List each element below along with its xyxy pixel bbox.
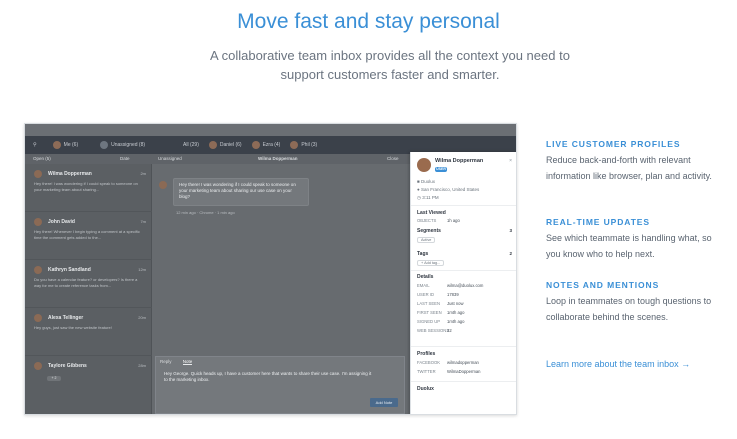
avatar xyxy=(34,362,42,370)
detail-row: WEB SESSIONS 32 xyxy=(417,328,452,333)
customer-message: Hey there! I was wondering if I could sp… xyxy=(173,178,309,206)
feature-heading-notes: NOTES AND MENTIONS xyxy=(546,280,660,290)
note-text[interactable]: Hey George. Quick heads up, I have a cus… xyxy=(164,371,374,383)
feature-heading-updates: REAL-TIME UPDATES xyxy=(546,217,650,227)
search-icon[interactable]: ⚲ xyxy=(33,142,37,148)
topbar-item-unassigned[interactable]: Unassigned (8) xyxy=(100,141,145,149)
list-item[interactable]: Alexa Tellinger 20m Hey guys, just saw t… xyxy=(25,308,152,356)
avatar xyxy=(208,141,217,149)
timestamp: 20m xyxy=(138,315,146,320)
close-button[interactable]: Close xyxy=(387,156,399,161)
list-item[interactable]: Kathryn Sandland 12m Do you have a calen… xyxy=(25,260,152,308)
contact-name: Taylore Gibbens xyxy=(48,363,87,369)
avatar xyxy=(34,266,42,274)
list-item[interactable]: Wilma Dopperman 2m Hey there! I was wond… xyxy=(25,164,152,212)
conversation-list: Wilma Dopperman 2m Hey there! I was wond… xyxy=(25,164,152,414)
segments-count: 3 xyxy=(509,228,512,233)
last-viewed-row: OBJECTS 1h ago xyxy=(417,218,460,223)
avatar xyxy=(34,314,42,322)
assignee-dropdown[interactable]: Unassigned xyxy=(158,156,182,161)
hero-title: Move fast and stay personal xyxy=(237,10,500,33)
sort-dropdown[interactable]: Date xyxy=(120,156,130,161)
profile-link-facebook[interactable]: FACEBOOK wilmadopperman xyxy=(417,360,479,365)
detail-row: LAST SEEN Just now xyxy=(417,301,464,306)
customer-profile-panel: Wilma Dopperman USER × ■ Duolux ● San Fr… xyxy=(410,152,516,414)
topbar-item-all[interactable]: All (29) xyxy=(183,142,199,148)
message-preview: Hey guys, just saw the new website featu… xyxy=(34,325,112,330)
detail-row: USER ID 17839 xyxy=(417,292,459,297)
feature-text-profiles: Reduce back-and-forth with relevant info… xyxy=(546,155,712,181)
timestamp: 2m xyxy=(140,171,146,176)
conversation-subject: Wilma Dopperman xyxy=(258,156,298,161)
segments-heading: Segments xyxy=(417,228,441,234)
conversation-thread: Hey there! I was wondering if I could sp… xyxy=(152,164,410,414)
tags-heading: Tags xyxy=(417,251,429,257)
message-preview: Hey there! Whenever I begin typing a com… xyxy=(34,229,140,240)
avatar xyxy=(34,170,42,178)
timestamp: 7m xyxy=(140,219,146,224)
feature-text-notes: Loop in teammates on tough questions to … xyxy=(546,296,712,322)
divider xyxy=(411,205,516,206)
feature-text-updates: See which teammate is handling what, so … xyxy=(546,233,712,259)
profile-name: Wilma Dopperman xyxy=(435,158,484,164)
tab-reply[interactable]: Reply xyxy=(160,359,172,364)
avatar xyxy=(417,158,431,172)
add-note-button[interactable]: Add Note xyxy=(370,398,398,407)
avatar xyxy=(100,141,109,149)
contact-name: Wilma Dopperman xyxy=(48,171,92,177)
divider xyxy=(411,346,516,347)
topbar-item-daniel[interactable]: Daniel (6) xyxy=(208,141,242,149)
profile-link-twitter[interactable]: TWITTER WilmaDopperman xyxy=(417,369,481,374)
detail-row: EMAIL wilma@duolux.com xyxy=(417,283,484,288)
profile-company: ■ Duolux xyxy=(417,179,435,184)
filter-dropdown[interactable]: Open (5) xyxy=(33,156,51,161)
reply-composer: Reply Note Hey George. Quick heads up, I… xyxy=(155,356,405,414)
profile-location: ● San Francisco, United States xyxy=(417,187,480,192)
avatar xyxy=(52,141,61,149)
contact-name: Alexa Tellinger xyxy=(48,315,84,321)
message-meta: 12 min ago · Chrome · 1 min ago xyxy=(176,210,235,215)
learn-more-link[interactable]: Learn more about the team inbox → xyxy=(546,359,690,369)
contact-name: Kathryn Sandland xyxy=(48,267,91,273)
feature-heading-profiles: LIVE CUSTOMER PROFILES xyxy=(546,139,681,149)
add-tag-button[interactable]: + Add tag... xyxy=(417,260,445,266)
message-preview: Do you have a calendar feature? or devel… xyxy=(34,277,138,288)
tag-badge: + 2 xyxy=(47,376,61,381)
segment-chip[interactable]: Active xyxy=(417,237,436,243)
details-heading: Details xyxy=(417,274,434,280)
topbar-item-phil[interactable]: Phil (3) xyxy=(290,141,317,149)
topbar-item-me[interactable]: Me (6) xyxy=(52,141,78,149)
avatar xyxy=(251,141,260,149)
profile-local-time: ◷ 3:11 PM xyxy=(417,195,439,200)
profiles-heading: Profiles xyxy=(417,351,436,357)
list-item[interactable]: John David 7m Hey there! Whenever I begi… xyxy=(25,212,152,260)
avatar xyxy=(290,141,299,149)
divider xyxy=(411,381,516,382)
user-badge: USER xyxy=(435,167,447,172)
timestamp: 12m xyxy=(138,267,146,272)
list-item[interactable]: Taylore Gibbens 28m + 2 xyxy=(25,356,152,404)
detail-row: SIGNED UP 1mth ago xyxy=(417,319,465,324)
tags-count: 2 xyxy=(509,251,512,256)
avatar xyxy=(159,181,167,189)
timestamp: 28m xyxy=(138,363,146,368)
avatar xyxy=(34,218,42,226)
message-preview: Hey there! I was wondering if I could sp… xyxy=(34,181,138,192)
last-viewed-heading: Last Viewed xyxy=(417,210,446,216)
company-heading: Duolux xyxy=(417,386,434,392)
topbar-item-ezra[interactable]: Ezra (4) xyxy=(251,141,280,149)
divider xyxy=(411,270,516,271)
app-screenshot: ⚲ Me (6) Unassigned (8) All (29) Daniel … xyxy=(24,123,517,415)
hero-subtitle: A collaborative team inbox provides all … xyxy=(210,48,570,82)
contact-name: John David xyxy=(48,219,75,225)
close-icon[interactable]: × xyxy=(509,158,512,164)
tab-note[interactable]: Note xyxy=(182,359,193,365)
detail-row: FIRST SEEN 1mth ago xyxy=(417,310,465,315)
